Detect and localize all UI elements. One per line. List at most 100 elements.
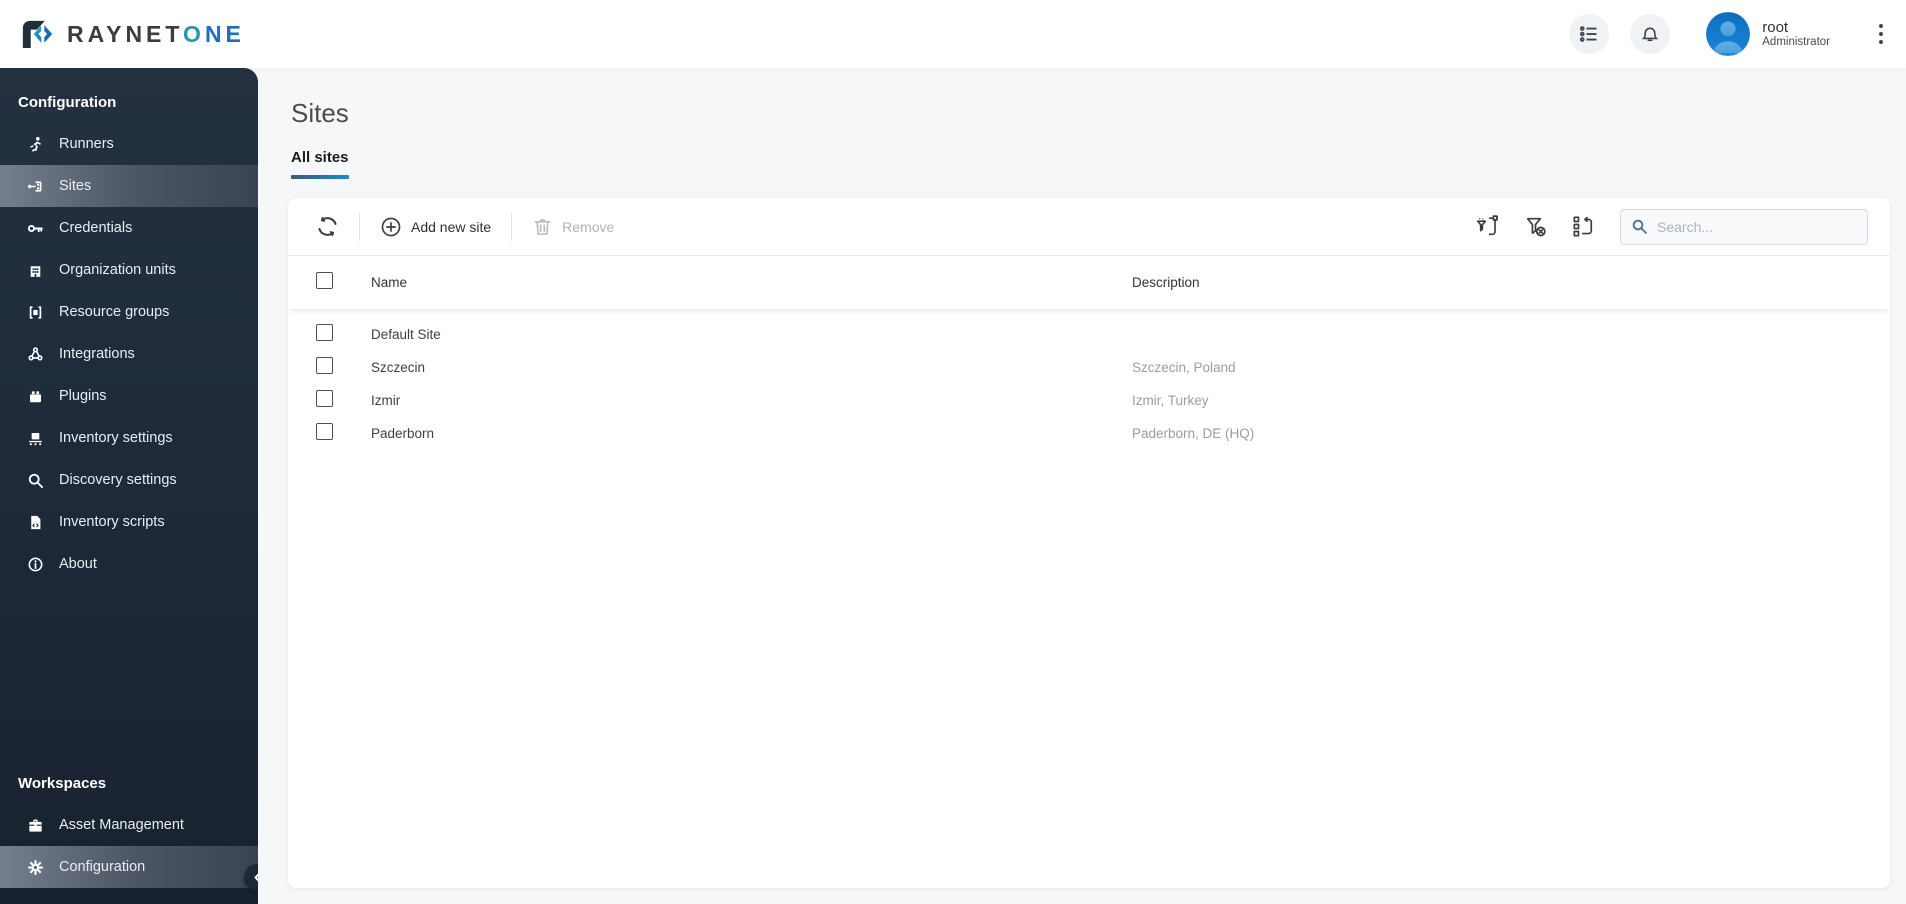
info-circle-icon — [26, 555, 44, 573]
sidebar-item-label: Plugins — [59, 388, 107, 404]
add-new-site-button[interactable]: Add new site — [374, 210, 497, 244]
table-row[interactable]: Izmir Izmir, Turkey — [288, 384, 1890, 417]
top-bar: RAYNETONE root Administrator — [0, 0, 1906, 68]
clear-filter-icon — [1523, 214, 1548, 239]
sites-table-card: Add new site Remove Search... Name Descr… — [288, 198, 1890, 888]
sidebar-item-label: Integrations — [59, 346, 135, 362]
sidebar-item-discovery-settings[interactable]: Discovery settings — [0, 459, 258, 501]
sidebar-item-sites[interactable]: Sites — [0, 165, 258, 207]
user-menu[interactable]: root Administrator — [1706, 12, 1830, 56]
sidebar-section-workspaces: Workspaces — [18, 775, 107, 792]
sidebar-item-inventory-scripts[interactable]: Inventory scripts — [0, 501, 258, 543]
row-checkbox[interactable] — [316, 323, 333, 341]
sites-network-icon — [26, 177, 44, 195]
row-checkbox[interactable] — [316, 422, 333, 440]
sidebar-item-organization-units[interactable]: Organization units — [0, 249, 258, 291]
sidebar-item-label: Inventory scripts — [59, 514, 165, 530]
toolbar-divider — [359, 212, 360, 241]
remove-button[interactable]: Remove — [526, 210, 620, 243]
add-new-site-label: Add new site — [411, 218, 492, 235]
table-row[interactable]: Szczecin Szczecin, Poland — [288, 351, 1890, 384]
table-body: Default Site Szczecin Szczecin, Poland I… — [288, 309, 1890, 450]
user-role: Administrator — [1762, 36, 1830, 49]
sidebar-item-label: Runners — [59, 136, 114, 152]
sidebar: Configuration Runners Sites Credentials … — [0, 68, 271, 904]
plus-circle-icon — [380, 216, 402, 238]
search-icon — [1631, 218, 1648, 235]
script-document-icon — [26, 513, 44, 531]
site-name: Izmir — [371, 393, 401, 408]
sidebar-item-resource-groups[interactable]: Resource groups — [0, 291, 258, 333]
more-options-button[interactable] — [1872, 17, 1890, 51]
search-box — [1620, 208, 1868, 245]
refresh-icon — [316, 215, 339, 238]
choose-columns-button[interactable] — [1566, 210, 1600, 244]
sidebar-item-asset-management[interactable]: Asset Management — [0, 804, 258, 846]
filter-add-icon — [1475, 214, 1500, 239]
site-description: Izmir, Turkey — [1132, 393, 1209, 408]
view-options-button[interactable] — [1569, 14, 1610, 54]
active-tab-underline — [291, 175, 349, 179]
more-options-kebab-icon — [1879, 24, 1883, 28]
sidebar-item-label: Discovery settings — [59, 472, 177, 488]
table-row[interactable]: Paderborn Paderborn, DE (HQ) — [288, 417, 1890, 450]
building-icon — [26, 261, 44, 279]
site-description: Szczecin, Poland — [1132, 360, 1236, 375]
notifications-bell-icon — [1640, 24, 1660, 44]
key-icon — [26, 219, 44, 237]
tab-all-sites[interactable]: All sites — [291, 149, 349, 179]
plugin-brick-icon — [26, 387, 44, 405]
user-name: root — [1762, 18, 1789, 36]
table-header-row: Name Description — [288, 255, 1890, 309]
site-name: Default Site — [371, 327, 441, 342]
runner-icon — [26, 135, 44, 153]
sidebar-item-inventory-settings[interactable]: Inventory settings — [0, 417, 258, 459]
gear-icon — [26, 858, 44, 876]
site-name: Szczecin — [371, 360, 426, 375]
sidebar-item-credentials[interactable]: Credentials — [0, 207, 258, 249]
refresh-button[interactable] — [310, 209, 345, 244]
page-title: Sites — [291, 98, 349, 128]
brand-logo[interactable]: RAYNETONE — [15, 13, 245, 55]
notifications-button[interactable] — [1630, 14, 1671, 54]
column-header-description: Description — [1132, 275, 1200, 290]
sidebar-item-label: Credentials — [59, 220, 133, 236]
remove-label: Remove — [562, 218, 615, 235]
sidebar-item-label: About — [59, 556, 97, 572]
toolbox-icon — [26, 816, 44, 834]
tab-bar: All sites — [291, 149, 1906, 179]
raynet-logo-mark-icon — [15, 13, 57, 55]
conveyor-box-icon — [26, 429, 44, 447]
sidebar-item-runners[interactable]: Runners — [0, 123, 258, 165]
integrations-links-icon — [26, 345, 44, 363]
sidebar-item-about[interactable]: About — [0, 543, 258, 585]
magnifier-icon — [26, 471, 44, 489]
sidebar-item-label: Configuration — [59, 859, 146, 875]
sidebar-item-plugins[interactable]: Plugins — [0, 375, 258, 417]
user-avatar-icon — [1706, 12, 1751, 56]
search-input[interactable] — [1657, 218, 1847, 235]
sidebar-item-configuration[interactable]: Configuration — [0, 846, 258, 888]
row-checkbox[interactable] — [316, 389, 333, 407]
sidebar-item-label: Inventory settings — [59, 430, 173, 446]
trash-icon — [532, 216, 553, 237]
sidebar-item-integrations[interactable]: Integrations — [0, 333, 258, 375]
select-all-checkbox[interactable] — [316, 271, 333, 289]
clear-filter-button[interactable] — [1518, 210, 1552, 244]
sidebar-section-configuration: Configuration — [18, 94, 117, 111]
row-checkbox[interactable] — [316, 356, 333, 374]
main-content: Sites All sites Add new site Remove Sear… — [258, 68, 1906, 904]
choose-columns-icon — [1571, 214, 1596, 239]
brand-wordmark: RAYNETONE — [67, 20, 245, 47]
table-row[interactable]: Default Site — [288, 318, 1890, 351]
site-name: Paderborn — [371, 426, 435, 441]
column-header-name: Name — [371, 275, 408, 290]
view-options-icon — [1579, 24, 1599, 44]
sidebar-item-label: Sites — [59, 178, 92, 194]
resource-group-icon — [26, 303, 44, 321]
site-description: Paderborn, DE (HQ) — [1132, 426, 1255, 441]
filter-add-button[interactable] — [1470, 210, 1504, 244]
table-toolbar: Add new site Remove — [288, 198, 1890, 255]
sidebar-item-label: Resource groups — [59, 304, 170, 320]
sidebar-item-label: Asset Management — [59, 817, 184, 833]
